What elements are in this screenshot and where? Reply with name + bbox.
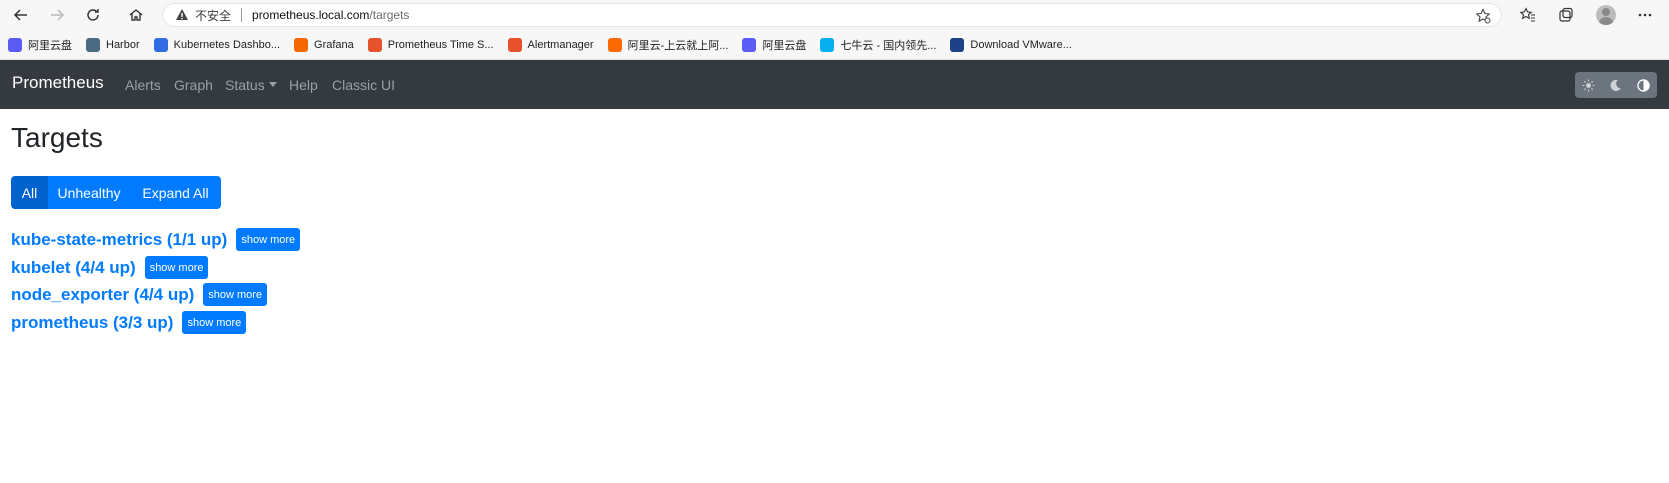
url-text[interactable]: prometheus.local.com/targets <box>252 8 409 22</box>
target-filter-group: All Unhealthy Expand All <box>11 176 221 209</box>
filter-unhealthy-button[interactable]: Unhealthy <box>48 176 130 209</box>
bookmark-item[interactable]: Grafana <box>294 37 354 52</box>
favorites-button[interactable] <box>1518 5 1538 25</box>
url-host: prometheus.local.com <box>252 8 370 22</box>
pool-title-link[interactable]: node_exporter (4/4 up) <box>11 285 194 305</box>
theme-switcher <box>1575 72 1657 98</box>
light-theme-button[interactable] <box>1575 72 1602 98</box>
browser-toolbar: 不安全 prometheus.local.com/targets <box>0 0 1669 30</box>
half-circle-icon <box>1637 78 1650 92</box>
nav-link-graph[interactable]: Graph <box>174 77 213 93</box>
qiniu-icon <box>820 37 835 52</box>
bookmark-item[interactable]: 阿里云盘 <box>8 37 72 53</box>
home-icon <box>129 9 143 21</box>
target-pool: kubelet (4/4 up) show more <box>11 256 209 279</box>
forward-button[interactable] <box>45 3 69 27</box>
arrow-right-icon <box>51 9 65 21</box>
bookmark-label: Alertmanager <box>527 38 594 51</box>
vmware-icon <box>950 37 965 52</box>
aliyun-drive-icon <box>8 37 22 52</box>
bookmark-label: 七牛云 - 国内领先... <box>840 39 937 52</box>
url-path: /targets <box>369 8 410 22</box>
show-more-button[interactable]: show more <box>144 256 209 279</box>
bookmark-item[interactable]: Alertmanager <box>507 37 594 52</box>
reload-icon <box>87 9 99 21</box>
bookmark-label: Prometheus Time S... <box>387 38 494 51</box>
bookmark-item[interactable]: 阿里云-上云就上阿... <box>607 37 729 53</box>
collections-icon <box>1559 7 1573 22</box>
arrow-left-icon <box>13 9 27 21</box>
back-button[interactable] <box>9 3 33 27</box>
nav-link-help[interactable]: Help <box>289 77 318 93</box>
favorites-icon <box>1520 7 1535 22</box>
prometheus-navbar: Prometheus Alerts Graph Status Help Clas… <box>0 60 1669 109</box>
moon-icon <box>1611 79 1622 91</box>
bookmark-label: Harbor <box>106 38 140 51</box>
expand-all-button[interactable]: Expand All <box>130 176 221 209</box>
target-pool: kube-state-metrics (1/1 up) show more <box>11 228 301 251</box>
bookmark-label: 阿里云盘 <box>762 39 807 52</box>
nav-link-classic-ui[interactable]: Classic UI <box>332 77 395 93</box>
pool-title-link[interactable]: kube-state-metrics (1/1 up) <box>11 230 227 250</box>
harbor-icon <box>86 37 100 52</box>
target-pool: node_exporter (4/4 up) show more <box>11 283 268 306</box>
sun-icon <box>1582 78 1595 92</box>
more-button[interactable] <box>1635 5 1655 25</box>
more-icon <box>1638 13 1652 17</box>
bookmark-item[interactable]: Kubernetes Dashbo... <box>153 37 281 52</box>
grafana-icon <box>294 37 309 52</box>
bookmark-item[interactable]: Harbor <box>86 37 140 52</box>
alertmanager-icon <box>507 37 522 52</box>
bookmark-item[interactable]: Download VMware... <box>950 37 1072 52</box>
bookmark-item[interactable]: 阿里云盘 <box>742 37 806 53</box>
show-more-button[interactable]: show more <box>203 283 268 306</box>
chevron-down-icon <box>268 81 277 87</box>
nav-link-alerts[interactable]: Alerts <box>125 77 161 93</box>
security-label: 不安全 <box>195 8 232 23</box>
bookmark-label: Download VMware... <box>970 38 1072 51</box>
bookmarks-bar: 阿里云盘 Harbor Kubernetes Dashbo... Grafana Pro… <box>0 30 1669 60</box>
bookmark-label: 阿里云盘 <box>28 39 72 52</box>
page-title: Targets <box>11 122 103 153</box>
prometheus-icon <box>367 37 382 52</box>
show-more-button[interactable]: show more <box>236 228 301 251</box>
brand-link[interactable]: Prometheus <box>12 73 104 93</box>
collections-button[interactable] <box>1556 5 1576 25</box>
show-more-button[interactable]: show more <box>182 311 247 334</box>
aliyun-drive-icon <box>742 37 757 52</box>
dark-theme-button[interactable] <box>1602 72 1629 98</box>
auto-theme-button[interactable] <box>1630 72 1657 98</box>
avatar <box>1596 5 1616 25</box>
profile-button[interactable] <box>1596 5 1616 25</box>
add-favorite-icon[interactable] <box>1475 8 1491 24</box>
target-pool: prometheus (3/3 up) show more <box>11 311 247 334</box>
filter-all-button[interactable]: All <box>11 176 48 209</box>
home-button[interactable] <box>124 3 148 27</box>
pool-title-link[interactable]: prometheus (3/3 up) <box>11 313 173 333</box>
nav-link-status-label: Status <box>225 77 265 93</box>
kubernetes-icon <box>153 37 168 52</box>
bookmark-label: 阿里云-上云就上阿... <box>627 39 729 52</box>
bookmark-label: Grafana <box>314 38 354 51</box>
nav-link-status[interactable]: Status <box>225 77 277 93</box>
reload-button[interactable] <box>81 3 105 27</box>
address-bar[interactable]: 不安全 prometheus.local.com/targets <box>162 3 1502 27</box>
aliyun-icon <box>607 37 622 52</box>
bookmark-item[interactable]: Prometheus Time S... <box>367 37 494 52</box>
pool-title-link[interactable]: kubelet (4/4 up) <box>11 258 136 278</box>
address-separator <box>241 8 243 22</box>
bookmark-item[interactable]: 七牛云 - 国内领先... <box>820 37 936 53</box>
bookmark-label: Kubernetes Dashbo... <box>173 38 281 51</box>
warning-icon <box>175 8 189 22</box>
